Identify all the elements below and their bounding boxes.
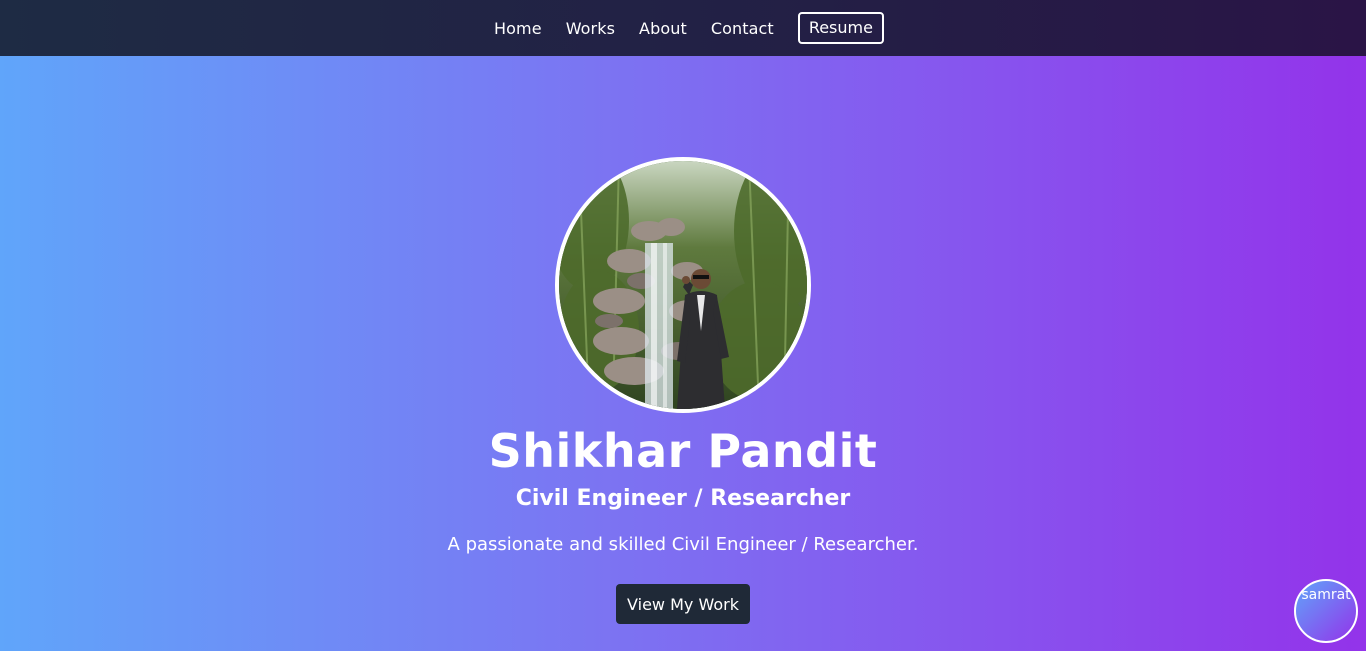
hero-name: Shikhar Pandit bbox=[488, 424, 878, 478]
view-my-work-button[interactable]: View My Work bbox=[616, 584, 750, 624]
top-navbar: Home Works About Contact Resume bbox=[0, 0, 1366, 56]
nav-link-about[interactable]: About bbox=[627, 19, 699, 38]
hero-section: Shikhar Pandit Civil Engineer / Research… bbox=[0, 56, 1366, 651]
hero-role: Civil Engineer / Researcher bbox=[515, 486, 851, 511]
resume-button[interactable]: Resume bbox=[797, 12, 884, 44]
chat-avatar-button[interactable]: samrat bbox=[1294, 579, 1358, 643]
profile-avatar bbox=[555, 157, 811, 413]
hero-description: A passionate and skilled Civil Engineer … bbox=[447, 534, 919, 555]
nav-link-works[interactable]: Works bbox=[554, 19, 627, 38]
nav-link-home[interactable]: Home bbox=[482, 19, 554, 38]
profile-photo-illustration bbox=[559, 161, 807, 409]
nav-links: Home Works About Contact Resume bbox=[482, 12, 884, 44]
chat-avatar-label: samrat bbox=[1301, 587, 1351, 603]
nav-link-contact[interactable]: Contact bbox=[699, 19, 786, 38]
